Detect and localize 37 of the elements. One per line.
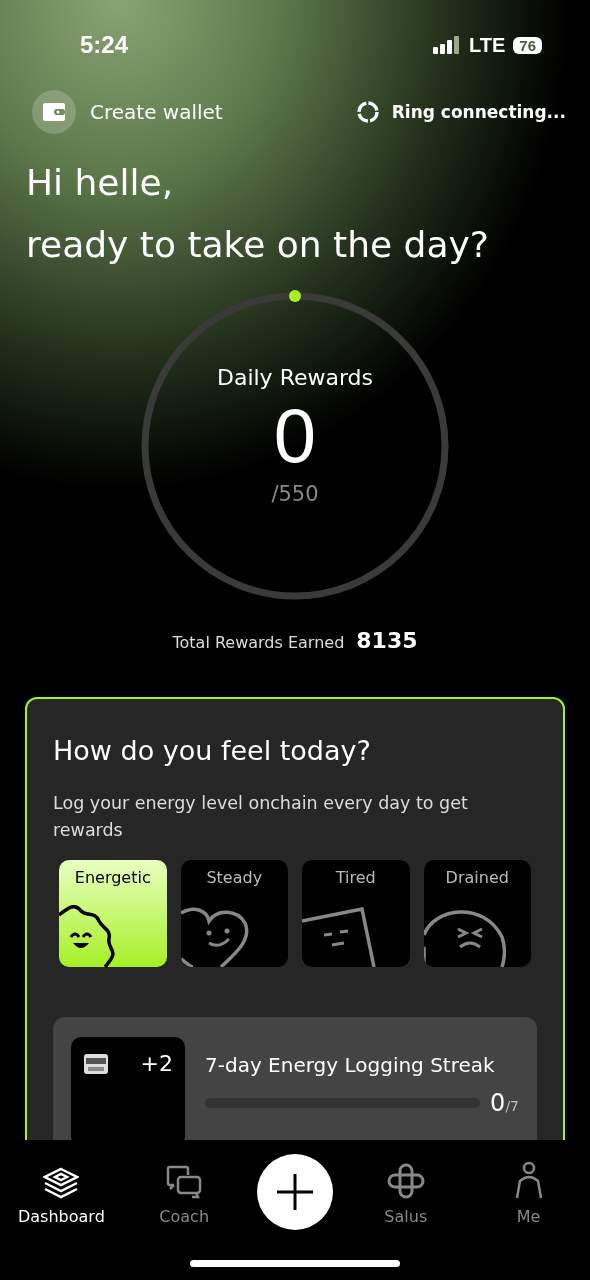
card-title: How do you feel today?	[53, 735, 372, 766]
mood-option[interactable]: Drained	[423, 860, 531, 967]
tab-item[interactable]: Salus	[355, 1154, 456, 1226]
total-rewards-value: 8135	[356, 628, 418, 653]
plus-icon	[277, 1174, 313, 1210]
greeting: Hi helle,	[26, 161, 175, 205]
chat-icon	[166, 1165, 203, 1199]
tab-item[interactable]: Dashboard	[11, 1154, 112, 1226]
mood-option[interactable]: Energetic	[59, 860, 167, 967]
layers-icon	[43, 1167, 80, 1199]
person-icon	[513, 1161, 544, 1199]
loading-ring-icon	[355, 100, 380, 124]
create-wallet-button[interactable]: Create wallet	[32, 90, 223, 134]
tab-item[interactable]: Me	[478, 1154, 579, 1226]
daily-rewards-title: Daily Rewards	[216, 364, 374, 390]
wallet-icon	[43, 103, 65, 121]
card-subtitle: Log your energy level onchain every day to get rewards	[53, 792, 469, 842]
mood-option[interactable]: Tired	[302, 860, 410, 967]
square-face-icon	[302, 907, 376, 967]
signal-icon	[433, 36, 461, 54]
streak-title: 7-day Energy Logging Streak	[205, 1053, 496, 1077]
mood-option[interactable]: Steady	[180, 860, 288, 967]
ring-status: Ring connecting...	[391, 102, 566, 122]
heart-face-icon	[180, 907, 249, 967]
streak-bonus: +2	[140, 1051, 173, 1076]
total-rewards-label: Total Rewards Earned	[172, 633, 345, 652]
greeting: ready to take on the day?	[26, 223, 490, 267]
status-time: 5:24	[80, 31, 129, 59]
progress-dot	[289, 290, 301, 302]
tab-item[interactable]: Coach	[134, 1154, 235, 1226]
network-label: LTE	[469, 33, 506, 57]
battery-indicator: 76	[513, 36, 542, 54]
circle-face-icon	[423, 907, 506, 967]
device-icon	[83, 1052, 109, 1075]
knot-icon	[386, 1163, 425, 1199]
daily-rewards-value: 0	[273, 391, 317, 480]
daily-rewards-goal: /550	[271, 481, 319, 506]
